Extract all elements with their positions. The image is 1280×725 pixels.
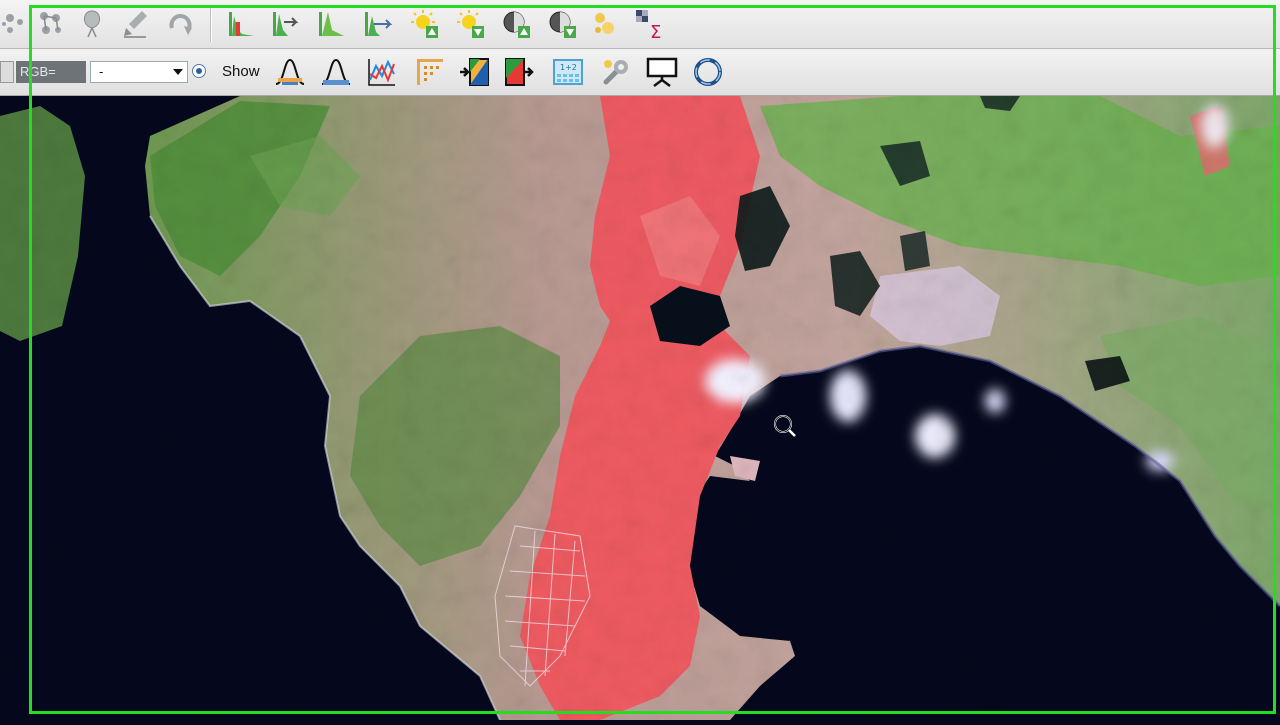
toolbar-separator: [210, 8, 212, 42]
cluster-icon[interactable]: [0, 8, 32, 40]
histogram-transfer-icon[interactable]: [362, 8, 394, 40]
beads-icon[interactable]: [590, 8, 622, 40]
gaussian-curve-icon[interactable]: [274, 56, 306, 88]
display-screen-icon[interactable]: [646, 56, 678, 88]
rgb-combo[interactable]: -: [90, 61, 188, 83]
scatter-tool-icon[interactable]: [414, 56, 446, 88]
show-radio[interactable]: [192, 64, 206, 78]
histogram-red-icon[interactable]: [226, 8, 258, 40]
refresh-ring-icon[interactable]: [692, 56, 724, 88]
contrast-up-icon[interactable]: [500, 8, 532, 40]
sun-up-icon[interactable]: [408, 8, 440, 40]
bell-curve-icon[interactable]: [320, 56, 352, 88]
map-canvas[interactable]: [0, 96, 1280, 721]
brush-edit-icon[interactable]: [120, 8, 152, 40]
cluster-nodes-icon[interactable]: [34, 8, 66, 40]
left-panel-stub[interactable]: [0, 61, 14, 83]
settings-wrench-icon[interactable]: [600, 56, 632, 88]
band-calculator-icon[interactable]: 1+2: [552, 56, 584, 88]
band-stack-red-icon[interactable]: [504, 56, 536, 88]
histogram-arrow-icon[interactable]: [270, 8, 302, 40]
toolbar-top: Σ: [0, 0, 1280, 49]
contrast-down-icon[interactable]: [546, 8, 578, 40]
sun-down-icon[interactable]: [454, 8, 486, 40]
band-stack-forward-icon[interactable]: [458, 56, 490, 88]
svg-text:Σ: Σ: [650, 22, 661, 40]
show-label: Show: [222, 63, 260, 80]
chevron-down-icon[interactable]: [173, 69, 183, 75]
histogram-green-icon[interactable]: [316, 8, 348, 40]
rgb-label: RGB=: [16, 61, 86, 83]
satellite-image: [0, 96, 1280, 721]
balloon-icon[interactable]: [76, 8, 108, 40]
rgb-combo-value: -: [99, 64, 104, 79]
redo-icon[interactable]: [164, 8, 196, 40]
spectral-plot-icon[interactable]: [366, 56, 398, 88]
pixel-sum-icon[interactable]: Σ: [634, 8, 666, 40]
svg-text:1+2: 1+2: [560, 63, 577, 72]
